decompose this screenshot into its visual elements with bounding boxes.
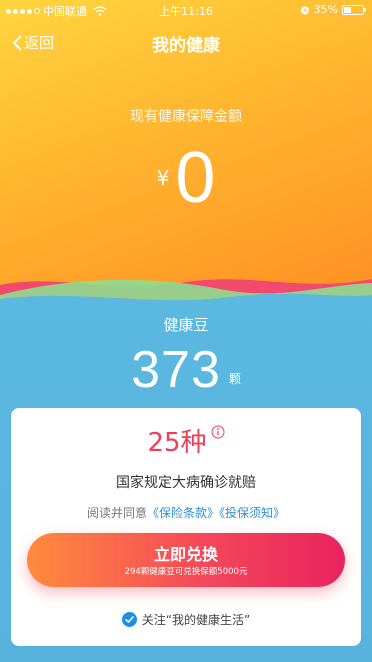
- battery-icon: [342, 4, 366, 15]
- follow-checkbox[interactable]: 关注“我的健康生活”: [11, 611, 361, 628]
- beans-count: 373 颗: [0, 340, 372, 400]
- disease-count: 25种: [11, 422, 361, 459]
- redeem-card: 25种 国家规定大病确诊就赔 阅读并同意《保险条款》《投保须知》 立即兑换 29…: [11, 408, 361, 646]
- my-health-page: 中国联通 上午11:16 35% 返回 我的健康 现有健康保障金额 ¥0 健康豆…: [0, 0, 372, 662]
- beans-label: 健康豆: [163, 316, 209, 334]
- insurance-amount-label: 现有健康保障金额: [130, 109, 242, 125]
- beans-value: 373: [131, 341, 221, 399]
- redeem-button-label: 立即兑换: [153, 545, 218, 564]
- redeem-button[interactable]: 立即兑换 294颗健康豆可兑换保额5000元: [27, 533, 345, 587]
- checkmark-circle-icon[interactable]: [121, 612, 137, 627]
- disease-count-value: 25种: [147, 428, 207, 458]
- claim-description: 国家规定大病确诊就赔: [116, 475, 256, 491]
- alarm-icon: [300, 6, 309, 14]
- currency-symbol: ¥: [156, 166, 170, 190]
- redeem-button-subtitle: 294颗健康豆可兑换保额5000元: [124, 567, 248, 577]
- battery-percent: 35%: [313, 3, 338, 16]
- notice-link[interactable]: 《投保须知》: [219, 506, 285, 520]
- agreement-prefix: 阅读并同意: [86, 506, 147, 520]
- beans-unit: 颗: [228, 372, 241, 386]
- status-bar: 中国联通 上午11:16 35%: [0, 0, 372, 20]
- insurance-amount: ¥0: [0, 138, 372, 218]
- status-right: 35%: [300, 3, 366, 16]
- follow-label: 关注“我的健康生活”: [141, 613, 251, 627]
- terms-link[interactable]: 《保险条款》: [147, 506, 219, 520]
- wave-decoration: [0, 279, 372, 315]
- insurance-amount-value: 0: [175, 138, 216, 218]
- info-icon[interactable]: [211, 425, 225, 439]
- page-title: 我的健康: [152, 36, 220, 56]
- nav-bar: 返回 我的健康: [0, 20, 372, 64]
- agreement-text: 阅读并同意《保险条款》《投保须知》: [11, 504, 361, 521]
